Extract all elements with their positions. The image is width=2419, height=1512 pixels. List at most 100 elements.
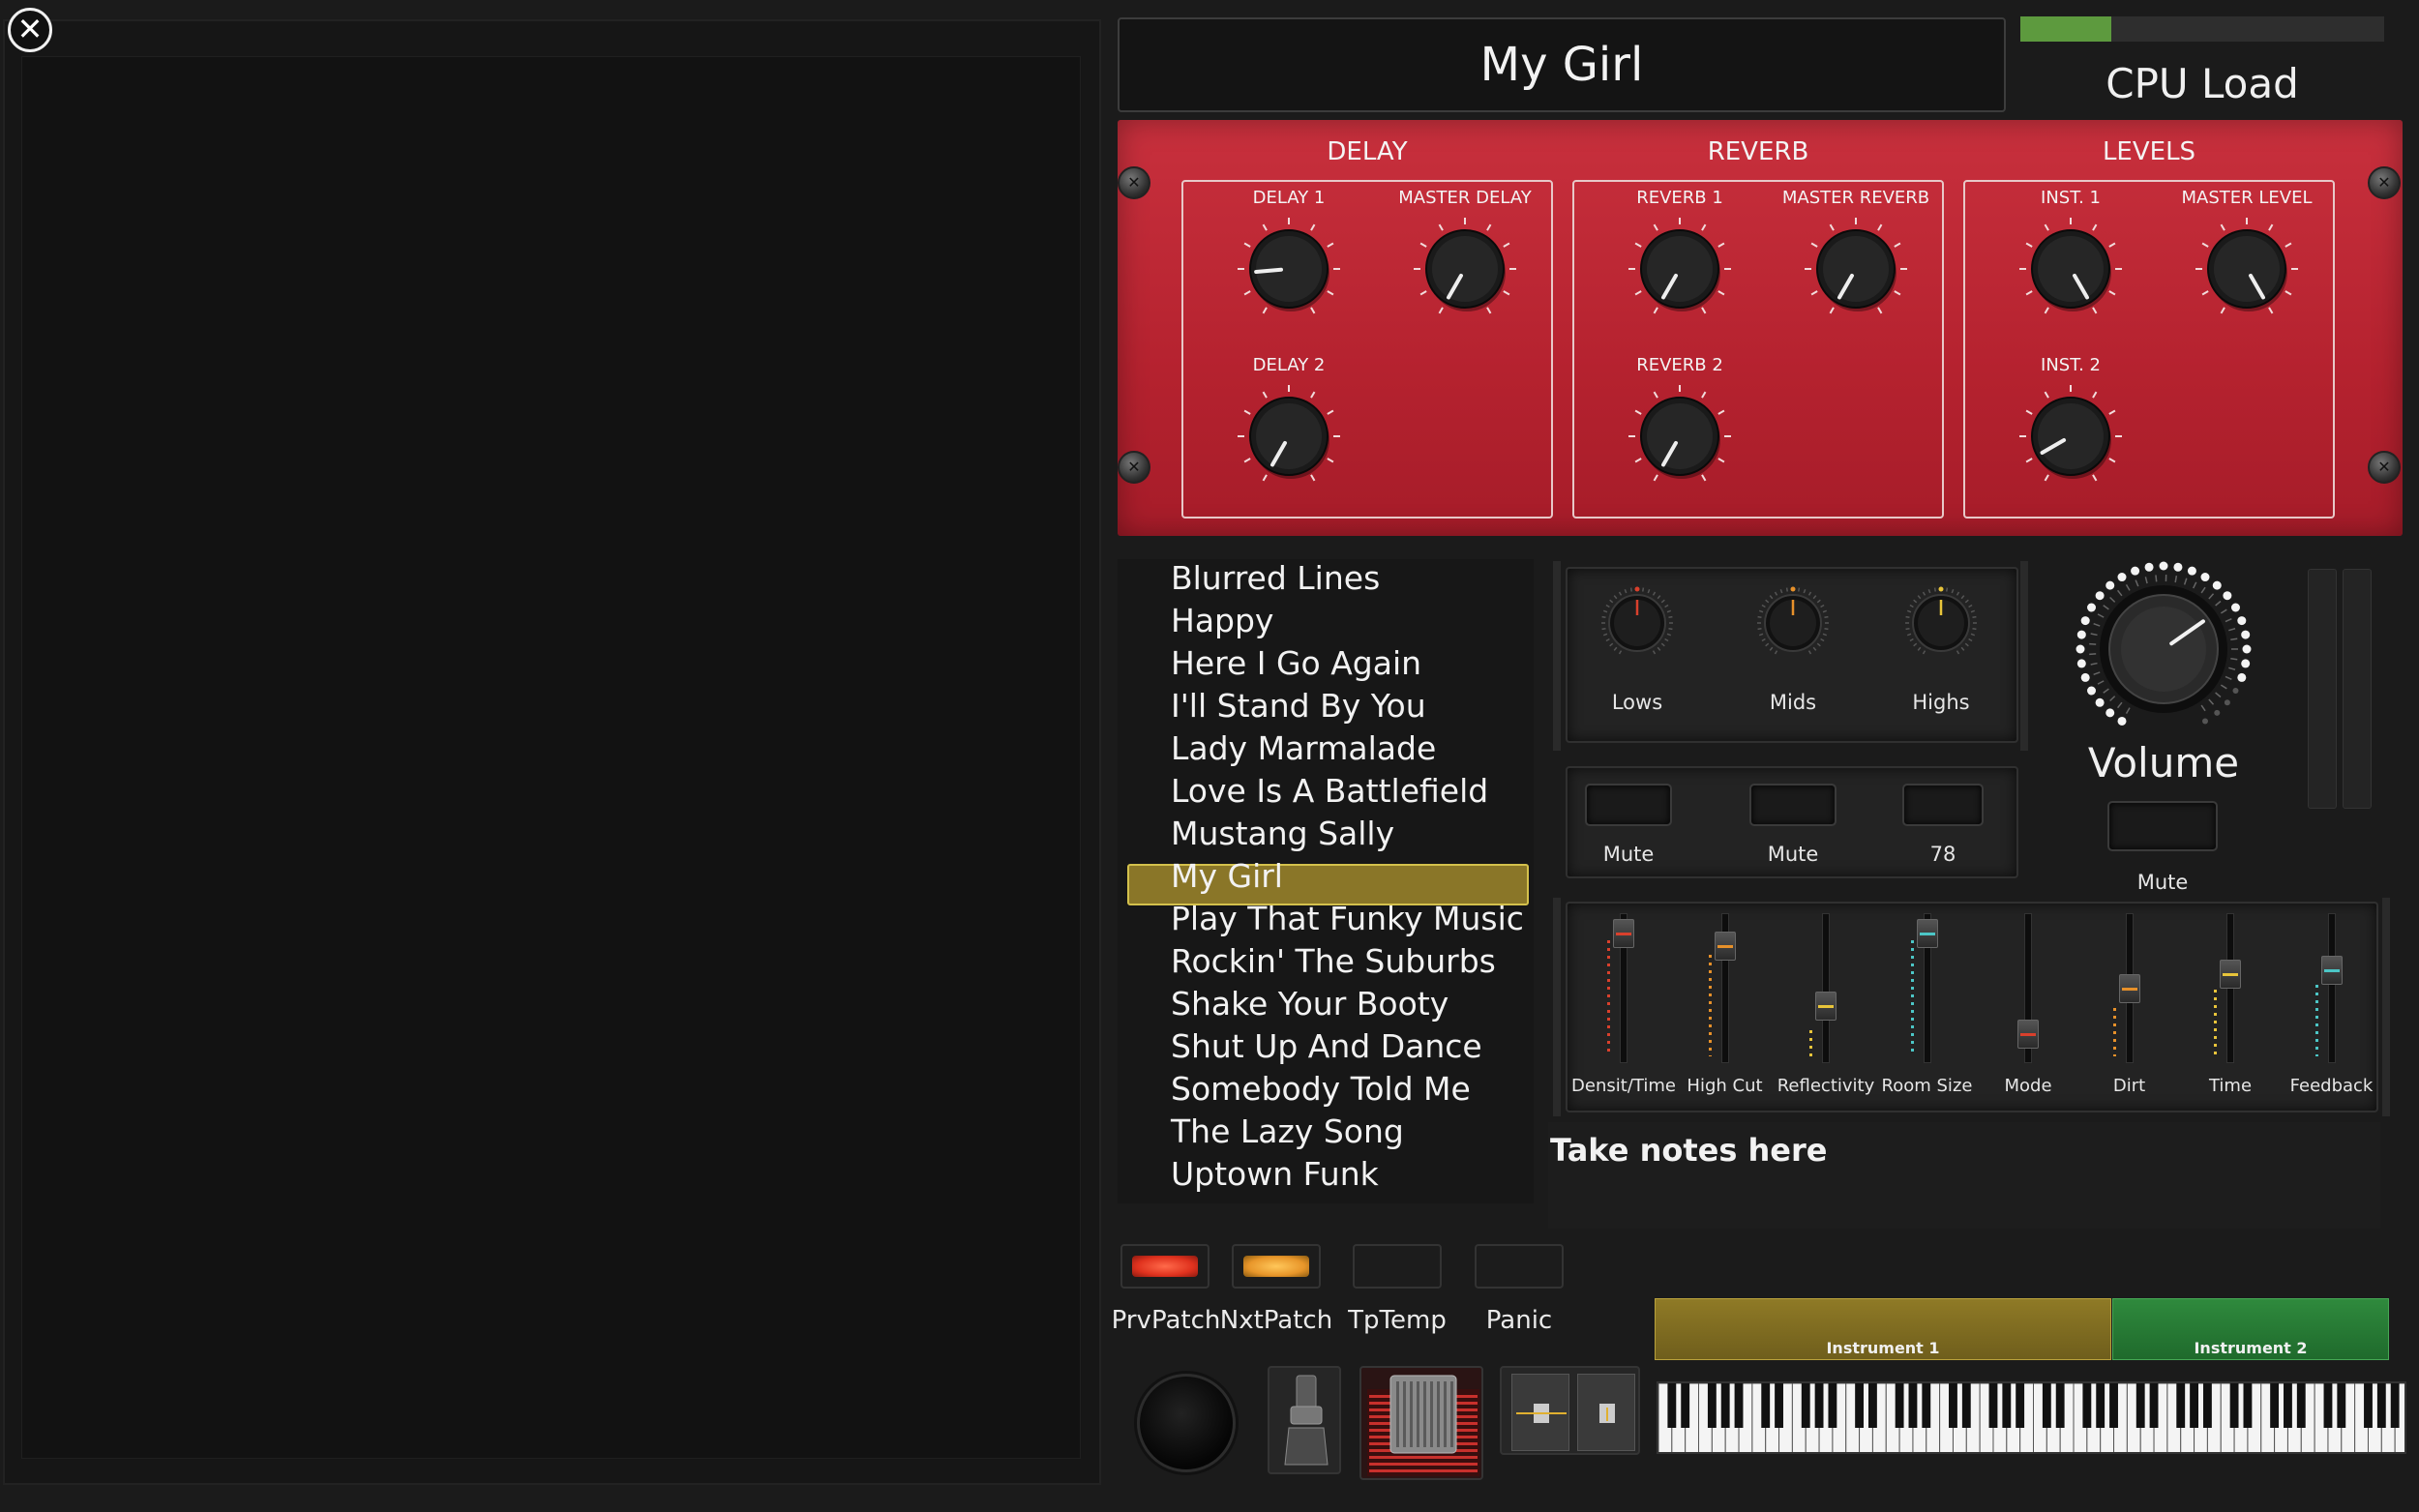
knob-label: INST. 1: [2041, 188, 2101, 208]
levels-section-title: LEVELS: [2102, 137, 2196, 166]
song-item[interactable]: Mustang Sally: [1171, 815, 1394, 852]
delay-2-knob[interactable]: [1237, 384, 1341, 489]
delay-1-knob[interactable]: [1237, 217, 1341, 321]
dirt-label: Dirt: [2112, 1076, 2146, 1096]
mode-slider[interactable]: [2017, 1020, 2039, 1049]
reverb-2-knob[interactable]: [1628, 384, 1732, 489]
room-size-slider[interactable]: [1916, 919, 1938, 949]
song-item[interactable]: The Lazy Song: [1171, 1112, 1404, 1150]
song-item[interactable]: Blurred Lines: [1171, 559, 1380, 597]
time-slider-level: [2214, 989, 2217, 1056]
feedback-slider[interactable]: [2320, 955, 2343, 985]
volume-label: Volume: [2087, 739, 2240, 786]
volume-mute-label: Mute: [2136, 871, 2189, 894]
side-rail: [2308, 569, 2337, 809]
knob-graphic: [1628, 218, 1731, 314]
screw-icon: [1118, 166, 1150, 199]
pedal-icon: [1284, 1375, 1329, 1466]
mute-3-button[interactable]: [1902, 784, 1984, 826]
song-item[interactable]: Here I Go Again: [1171, 644, 1421, 682]
high-cut-slider[interactable]: [1714, 931, 1736, 961]
time-slider[interactable]: [2220, 959, 2241, 989]
knob-graphic: [2019, 385, 2122, 482]
song-item[interactable]: Shake Your Booty: [1171, 985, 1448, 1023]
knob-label: MASTER REVERB: [1781, 188, 1930, 208]
density-time-slider-level: [1607, 939, 1610, 1056]
inst-2-knob[interactable]: [2018, 384, 2123, 489]
knob-graphic: [1238, 385, 1340, 482]
mute-1-button[interactable]: [1585, 784, 1672, 826]
song-item-selected[interactable]: My Girl: [1171, 857, 1283, 895]
song-item[interactable]: Play That Funky Music: [1171, 900, 1524, 937]
feedback-slider-track: [2327, 913, 2336, 1063]
knob-label: MASTER DELAY: [1398, 188, 1532, 208]
song-item[interactable]: Love Is A Battlefield: [1171, 772, 1488, 810]
left-panel-content: [21, 56, 1081, 1459]
mod-wheel-marker: [1606, 1408, 1608, 1421]
tap-tempo-label: TpTemp: [1348, 1306, 1447, 1335]
density-time-slider[interactable]: [1613, 919, 1634, 949]
dirt-slider[interactable]: [2118, 973, 2140, 1003]
song-item[interactable]: Somebody Told Me: [1171, 1070, 1471, 1108]
master-delay-knob[interactable]: [1413, 217, 1517, 321]
prev-patch-label: PrvPatch: [1111, 1306, 1221, 1335]
screw-icon: [2368, 451, 2401, 484]
song-item[interactable]: Lady Marmalade: [1171, 729, 1436, 767]
sustain-pedal[interactable]: [1268, 1366, 1341, 1474]
piano-keyboard[interactable]: [1657, 1381, 2406, 1454]
knob-label: DELAY 2: [1252, 355, 1326, 375]
expression-pedal[interactable]: [1359, 1366, 1483, 1480]
tap-tempo-button[interactable]: [1353, 1244, 1442, 1289]
instrument-2-zone[interactable]: Instrument 2: [2112, 1298, 2389, 1360]
instrument-1-zone[interactable]: Instrument 1: [1655, 1298, 2111, 1360]
lows-knob[interactable]: [1598, 584, 1676, 662]
mids-label: Mids: [1769, 691, 1817, 714]
side-rail: [2343, 569, 2372, 809]
next-patch-label: NxtPatch: [1219, 1306, 1333, 1335]
pitch-wheel[interactable]: [1511, 1374, 1569, 1451]
dirt-slider-level: [2112, 1007, 2116, 1056]
song-item[interactable]: Happy: [1171, 602, 1273, 639]
pitch-wheel-marker: [1516, 1412, 1567, 1414]
reflectivity-label: Reflectivity: [1777, 1076, 1875, 1096]
instrument-2-label: Instrument 2: [2194, 1339, 2308, 1357]
volume-mute-button[interactable]: [2107, 801, 2218, 851]
next-patch-button[interactable]: [1232, 1244, 1321, 1289]
panic-button[interactable]: [1475, 1244, 1564, 1289]
mod-wheel[interactable]: [1577, 1374, 1635, 1451]
reflectivity-slider[interactable]: [1815, 992, 1837, 1022]
cpu-load-meter: [2020, 16, 2384, 42]
song-item[interactable]: Uptown Funk: [1171, 1155, 1379, 1193]
high-cut-label: High Cut: [1687, 1076, 1763, 1096]
song-title-display: My Girl: [1118, 17, 2006, 112]
knob-label: INST. 2: [2041, 355, 2101, 375]
knob-graphic: [1238, 218, 1340, 314]
expression-knob[interactable]: [1137, 1374, 1236, 1472]
instrument-1-label: Instrument 1: [1826, 1339, 1940, 1357]
master-reverb-knob[interactable]: [1804, 217, 1908, 321]
inst-1-knob[interactable]: [2018, 217, 2123, 321]
reverb-1-knob[interactable]: [1628, 217, 1732, 321]
song-item[interactable]: Shut Up And Dance: [1171, 1027, 1482, 1065]
mute-1-label: Mute: [1602, 843, 1655, 866]
close-icon[interactable]: ✕: [8, 8, 52, 52]
next-patch-led: [1243, 1256, 1309, 1277]
knob-graphic: [2195, 218, 2298, 314]
knob-label: MASTER LEVEL: [2181, 188, 2313, 208]
mute-2-label: Mute: [1767, 843, 1819, 866]
prev-patch-button[interactable]: [1120, 1244, 1210, 1289]
mids-knob[interactable]: [1754, 584, 1832, 662]
song-item[interactable]: Rockin' The Suburbs: [1171, 942, 1496, 980]
expression-pedal-icon: [1367, 1375, 1479, 1476]
knob-graphic: [1628, 385, 1731, 482]
time-label: Time: [2208, 1076, 2253, 1096]
highs-knob[interactable]: [1902, 584, 1980, 662]
mute-2-button[interactable]: [1749, 784, 1837, 826]
reverb-section-title: REVERB: [1707, 137, 1809, 166]
screw-icon: [2368, 166, 2401, 199]
volume-knob[interactable]: [2074, 559, 2254, 739]
song-item[interactable]: I'll Stand By You: [1171, 687, 1426, 725]
master-level-knob[interactable]: [2195, 217, 2299, 321]
song-list-items: Blurred Lines Happy Here I Go Again I'll St…: [1118, 559, 1534, 1203]
slider-panel-rail: [1553, 898, 1561, 1116]
